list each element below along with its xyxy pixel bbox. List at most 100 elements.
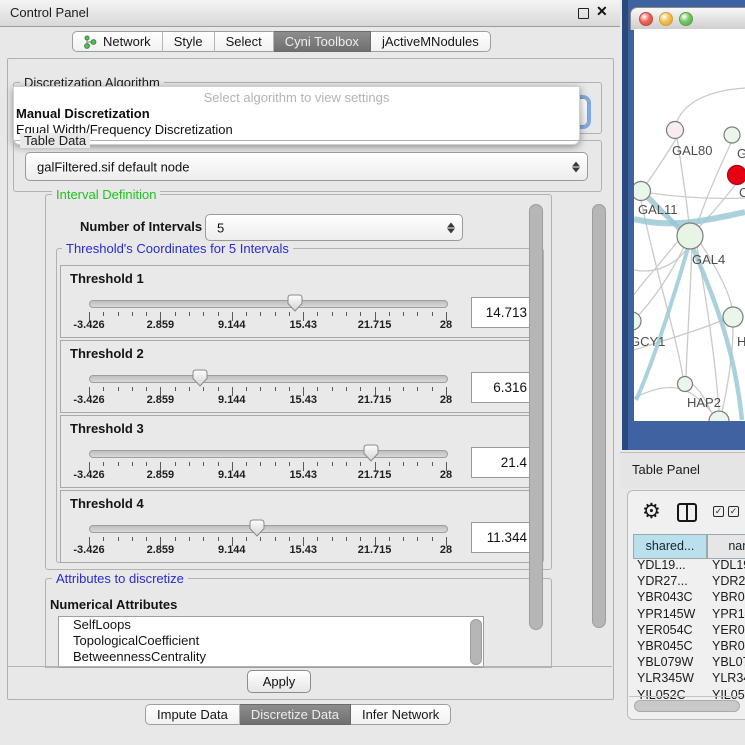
dropdown-option-manual[interactable]: Manual Discretization (16, 106, 150, 121)
slider-thumb[interactable] (192, 369, 208, 392)
tab-cyni-toolbox[interactable]: Cyni Toolbox (274, 31, 371, 52)
slider-tick-label: -3.426 (73, 394, 104, 406)
slider-tick (218, 387, 219, 391)
slider-tick (346, 537, 347, 541)
slider-tick (103, 312, 104, 316)
threshold-value-field[interactable]: 21.4 (471, 447, 534, 478)
network-icon (84, 35, 97, 49)
slider-track[interactable] (89, 525, 448, 533)
apply-button[interactable]: Apply (247, 670, 311, 693)
minimize-traffic-light[interactable] (659, 12, 673, 26)
slider-tick (417, 537, 418, 541)
network-node[interactable] (667, 122, 684, 139)
tab-style[interactable]: Style (163, 31, 215, 52)
list-scrollbar-thumb[interactable] (470, 619, 482, 665)
slider-track[interactable] (89, 375, 448, 383)
threshold-value-field[interactable]: 6.316 (471, 372, 534, 403)
network-edge (677, 88, 745, 121)
checkbox-icon[interactable]: ✓ (728, 506, 739, 517)
slider-thumb[interactable] (287, 294, 303, 317)
slider-tick (417, 312, 418, 316)
tab-select[interactable]: Select (215, 31, 274, 52)
close-traffic-light[interactable] (639, 12, 653, 26)
table-row[interactable]: YBL079WYBL079W (633, 655, 745, 671)
slider-tick (175, 312, 176, 316)
network-edge (634, 241, 678, 295)
checkbox-icon[interactable]: ✓ (713, 506, 724, 517)
combo-stepper-icon (447, 222, 455, 233)
column-header-1[interactable]: shared... (633, 534, 707, 559)
tab-jactivemnodules[interactable]: jActiveMNodules (371, 31, 491, 52)
tab-discretize-data[interactable]: Discretize Data (240, 704, 351, 725)
inner-scrollbar-thumb[interactable] (529, 204, 543, 630)
network-canvas[interactable]: GAL80GALCGAL11GAL4GCY1HHAP2 (634, 29, 745, 421)
table-row[interactable]: YDL19...YDL19 (633, 558, 745, 574)
node-label: GCY1 (634, 334, 665, 349)
slider-thumb[interactable] (249, 519, 265, 542)
attribute-list-item[interactable]: SelfLoops (59, 617, 483, 633)
threshold-label: Threshold 3 (70, 421, 144, 436)
number-of-intervals-combo[interactable]: 5 (205, 214, 463, 241)
horizontal-scrollbar-thumb[interactable] (634, 700, 740, 712)
slider-tick (360, 312, 361, 316)
slider-tick-label: 2.859 (147, 394, 175, 406)
network-node[interactable] (723, 307, 743, 327)
slider-tick-label: -3.426 (73, 319, 104, 331)
network-window-titlebar[interactable] (630, 7, 745, 30)
slider-tick (118, 462, 119, 466)
tab-label: Impute Data (157, 707, 228, 722)
network-node[interactable] (678, 377, 693, 392)
threshold-value-field[interactable]: 14.713 (471, 297, 534, 328)
zoom-traffic-light[interactable] (679, 12, 693, 26)
slider-tick (189, 312, 190, 316)
float-window-icon[interactable] (578, 8, 589, 19)
table-data-combo-value: galFiltered.sif default node (37, 159, 189, 174)
network-node[interactable] (728, 166, 745, 185)
table-row[interactable]: YDR27...YDR27 (633, 574, 745, 590)
slider-tick (332, 537, 333, 541)
slider-tick (146, 537, 147, 541)
attribute-list-item[interactable]: BetweennessCentrality (59, 649, 483, 665)
outer-scrollbar-thumb[interactable] (592, 204, 606, 628)
slider-thumb[interactable] (363, 444, 379, 467)
network-node[interactable] (724, 127, 740, 143)
slider-track[interactable] (89, 300, 448, 308)
slider-track[interactable] (89, 450, 448, 458)
numerical-attributes-list[interactable]: SelfLoopsTopologicalCoefficientBetweenne… (58, 616, 484, 668)
table-row[interactable]: YBR045CYBR045C (633, 639, 745, 655)
close-icon[interactable]: ✕ (596, 3, 608, 20)
slider-tick (332, 312, 333, 316)
slider-tick (432, 462, 433, 466)
network-node[interactable] (677, 223, 703, 249)
slider-tick (417, 387, 418, 391)
table-data-combo[interactable]: galFiltered.sif default node (25, 152, 588, 181)
node-label: HAP2 (687, 395, 721, 410)
gear-icon[interactable]: ⚙ (642, 499, 661, 524)
network-edge (686, 248, 692, 377)
table-panel-title: Table Panel (632, 462, 700, 477)
node-label: H (737, 334, 745, 349)
columns-icon[interactable] (677, 503, 697, 522)
slider-tick (132, 387, 133, 391)
node-label: GAL (737, 146, 745, 161)
tab-network[interactable]: Network (72, 31, 163, 52)
slider-tick (389, 312, 390, 316)
table-row[interactable]: YPR145WYPR145W (633, 607, 745, 623)
slider-tick (246, 387, 247, 391)
thresholds-group-label: Threshold's Coordinates for 5 Intervals (62, 241, 293, 256)
column-header-2[interactable]: name (707, 534, 745, 559)
slider-tick (417, 462, 418, 466)
node-label: GAL11 (638, 202, 678, 217)
slider-tick-label: 9.144 (218, 319, 246, 331)
tab-impute-data[interactable]: Impute Data (145, 704, 240, 725)
table-row[interactable]: YLR345WYLR345W (633, 671, 745, 687)
table-row[interactable]: YBR043CYBR043C (633, 590, 745, 606)
tab-infer-network[interactable]: Infer Network (351, 704, 451, 725)
table-row[interactable]: YER054CYER054C (633, 623, 745, 639)
threshold-row: Threshold 1-3.4262.8599.14415.4321.71528… (60, 265, 533, 338)
network-node[interactable] (634, 182, 651, 201)
slider-tick (360, 387, 361, 391)
threshold-value-field[interactable]: 11.344 (471, 522, 534, 553)
numerical-attributes-label: Numerical Attributes (50, 597, 177, 612)
attribute-list-item[interactable]: TopologicalCoefficient (59, 633, 483, 649)
